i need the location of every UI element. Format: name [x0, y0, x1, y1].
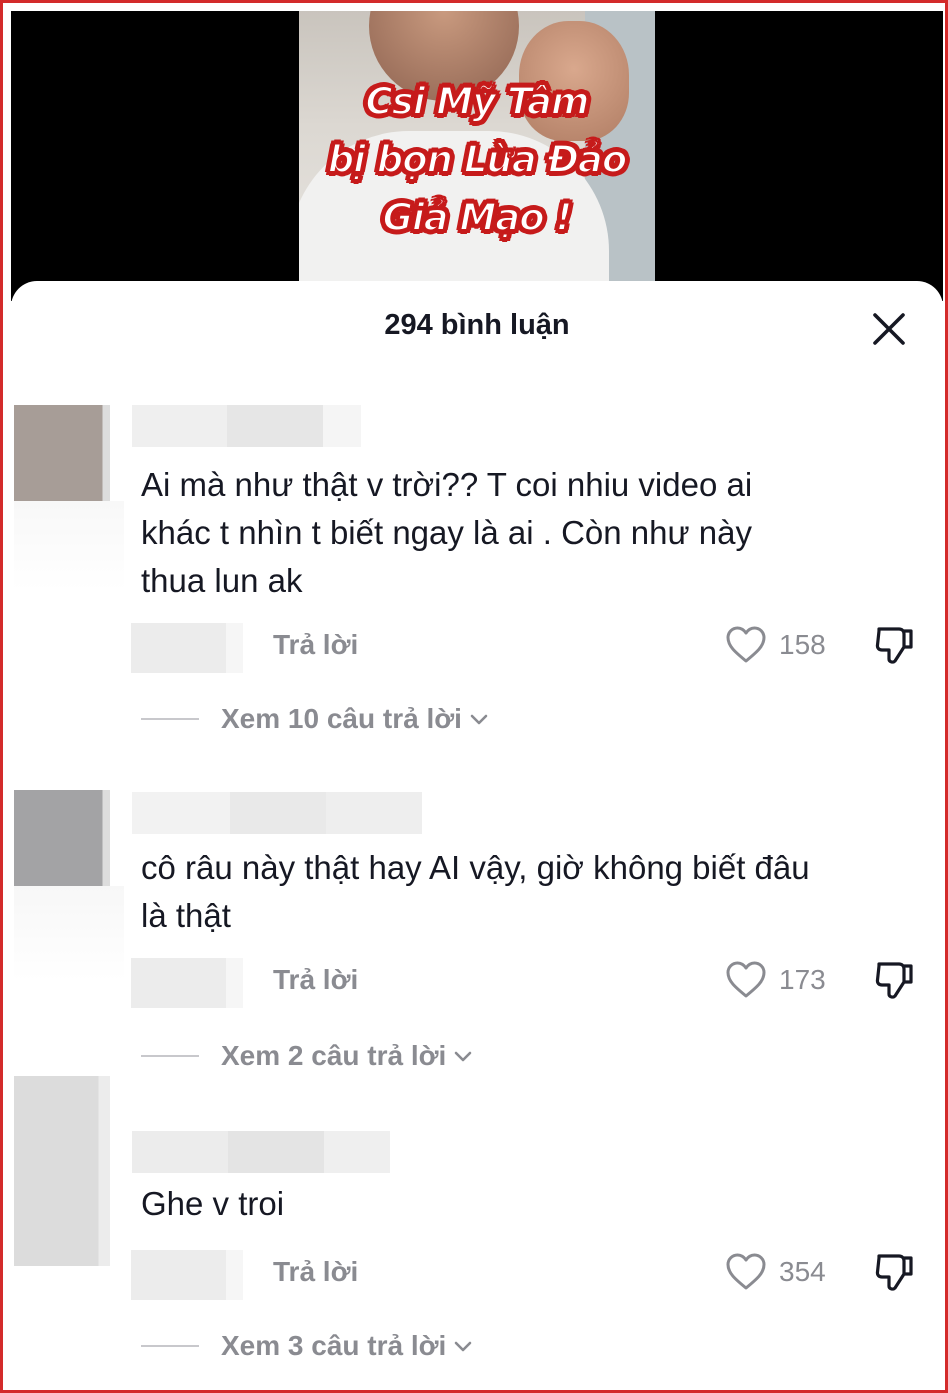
divider-line [141, 1345, 199, 1347]
reply-button[interactable]: Trả lời [273, 629, 358, 661]
chevron-down-icon [455, 1341, 472, 1352]
comment-text: Ai mà như thật v trời?? T coi nhiu video… [141, 466, 753, 599]
timestamp-blurred [131, 958, 243, 1008]
thumbs-down-icon[interactable] [873, 623, 917, 667]
comments-count-title: 294 bình luận [384, 309, 570, 341]
like-count: 354 [779, 1256, 826, 1287]
like-count: 173 [779, 964, 826, 995]
username-blurred[interactable] [132, 405, 361, 447]
like-button[interactable]: 158 [725, 623, 826, 667]
view-replies-button[interactable]: Xem 10 câu trả lời [141, 703, 490, 735]
heart-icon [726, 1253, 766, 1290]
avatar[interactable] [14, 1076, 110, 1266]
comments-sheet: 294 bình luận Ai mà như thật v trời?? T … [11, 281, 943, 1389]
like-count: 158 [779, 629, 826, 660]
timestamp-blurred [131, 1250, 243, 1300]
comment-actions: Trả lời 158 [131, 623, 931, 675]
divider-line [141, 718, 199, 720]
comment-actions: Trả lời 354 [131, 1250, 931, 1302]
video-player[interactable]: Csi Mỹ Tâm bị bọn Lừa Đảo Giả Mạo ! [11, 11, 943, 301]
like-button[interactable]: 173 [725, 958, 826, 1002]
video-caption: Csi Mỹ Tâm bị bọn Lừa Đảo Giả Mạo ! [299, 73, 655, 247]
thumbs-down-icon[interactable] [873, 1250, 917, 1294]
caption-line-2: bị bọn Lừa Đảo [327, 137, 629, 182]
chevron-down-icon [455, 1051, 472, 1062]
close-icon[interactable] [869, 309, 909, 349]
video-thumbnail: Csi Mỹ Tâm bị bọn Lừa Đảo Giả Mạo ! [299, 11, 655, 301]
comment-actions: Trả lời 173 [131, 958, 931, 1010]
like-button[interactable]: 354 [725, 1250, 826, 1294]
heart-icon [726, 961, 766, 998]
username-blurred[interactable] [132, 1131, 390, 1173]
avatar[interactable] [14, 405, 110, 501]
comment-text: cô râu này thật hay AI vậy, giờ không bi… [141, 849, 810, 934]
screenshot-frame: Csi Mỹ Tâm bị bọn Lừa Đảo Giả Mạo ! 294 … [0, 0, 948, 1393]
view-replies-button[interactable]: Xem 3 câu trả lời [141, 1330, 474, 1362]
caption-line-3: Giả Mạo ! [382, 195, 574, 240]
divider-line [141, 1055, 199, 1057]
timestamp-blurred [131, 623, 243, 673]
comment-text: Ghe v troi [141, 1185, 285, 1222]
chevron-down-icon [470, 714, 488, 725]
caption-line-1: Csi Mỹ Tâm [365, 79, 591, 124]
reply-button[interactable]: Trả lời [273, 964, 358, 996]
heart-icon [726, 626, 766, 663]
username-blurred[interactable] [132, 792, 422, 834]
avatar[interactable] [14, 790, 110, 886]
view-replies-button[interactable]: Xem 2 câu trả lời [141, 1040, 474, 1072]
thumbs-down-icon[interactable] [873, 958, 917, 1002]
reply-button[interactable]: Trả lời [273, 1256, 358, 1288]
